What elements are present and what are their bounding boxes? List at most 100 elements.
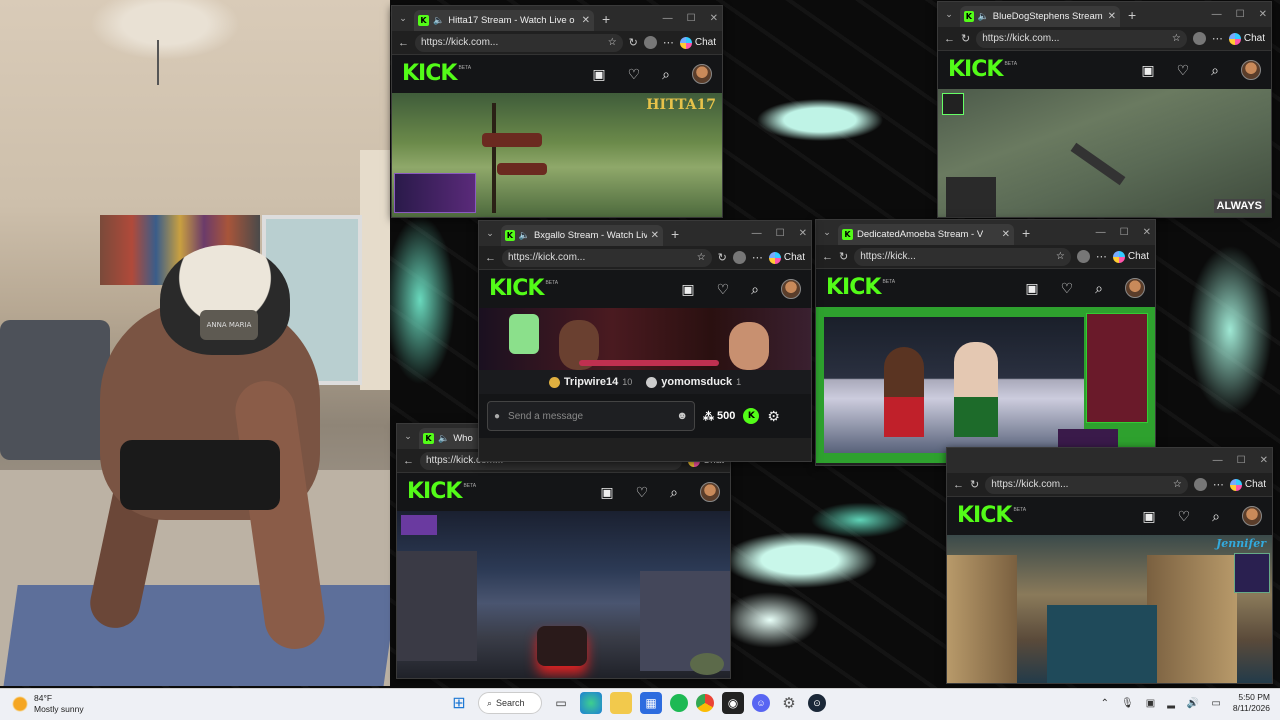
refresh-icon[interactable]: ↻ — [718, 251, 727, 264]
copilot-chat-button[interactable]: Chat — [1229, 478, 1266, 491]
battery-icon[interactable]: ▭ — [1211, 698, 1220, 709]
heart-icon[interactable]: ♡ — [628, 66, 641, 83]
browser-window-hitta17[interactable]: ⌄ K 🔈 Hitta17 Stream - Watch Live o ✕ + … — [391, 5, 723, 218]
search-icon[interactable]: ⌕ — [670, 484, 678, 501]
refresh-icon[interactable]: ↻ — [970, 478, 979, 491]
gear-icon[interactable]: ⚙ — [767, 408, 780, 425]
minimize-button[interactable]: — — [1213, 455, 1223, 466]
search-icon[interactable]: ⌕ — [751, 281, 759, 298]
browse-icon[interactable]: ▣ — [1142, 508, 1155, 525]
speaker-icon[interactable]: 🔈 — [433, 15, 444, 26]
speaker-icon[interactable]: 🔈 — [519, 230, 530, 241]
heart-icon[interactable]: ♡ — [636, 484, 649, 501]
taskbar-search[interactable]: ⌕ Search — [478, 692, 542, 714]
tab-dropdown-icon[interactable]: ⌄ — [938, 9, 960, 20]
kick-logo[interactable]: KICK — [826, 277, 881, 299]
arrow-left-icon[interactable]: ← — [822, 251, 833, 263]
file-explorer-icon[interactable] — [610, 692, 632, 714]
steam-icon[interactable]: ⊙ — [808, 694, 826, 712]
tab-dropdown-icon[interactable]: ⌄ — [392, 13, 414, 24]
arrow-left-icon[interactable]: ← — [398, 37, 409, 49]
close-tab-icon[interactable]: ✕ — [651, 230, 659, 241]
profile-avatar[interactable] — [1193, 478, 1207, 491]
emoji-icon[interactable]: ☻ — [676, 410, 688, 422]
discord-icon[interactable]: ☺ — [752, 694, 770, 712]
kick-logo[interactable]: KICK — [402, 63, 457, 85]
profile-avatar[interactable] — [1192, 32, 1206, 45]
stream-video[interactable]: Jennifer — [947, 535, 1272, 683]
address-bar[interactable]: https://kick... ☆ — [854, 247, 1071, 266]
kick-logo[interactable]: KICK — [957, 505, 1012, 527]
search-icon[interactable]: ⌕ — [1211, 62, 1219, 79]
maximize-button[interactable]: ☐ — [687, 13, 696, 24]
browser-window-bluedogstephens[interactable]: ⌄ K 🔈 BlueDogStephens Stream - W ✕ + — ☐ ✕… — [937, 1, 1272, 218]
chrome-icon[interactable] — [696, 694, 714, 712]
address-bar[interactable]: https://kick.com... ☆ — [976, 29, 1187, 48]
copilot-chat-button[interactable]: Chat — [1112, 250, 1149, 263]
minimize-button[interactable]: — — [1096, 227, 1106, 238]
new-tab-button[interactable]: + — [663, 226, 687, 242]
chevron-up-icon[interactable]: ⌃ — [1101, 698, 1109, 709]
tab-bluedogstephens[interactable]: K 🔈 BlueDogStephens Stream - W ✕ — [960, 6, 1120, 27]
spotify-icon[interactable] — [670, 694, 688, 712]
store-icon[interactable]: ▦ — [640, 692, 662, 714]
heart-icon[interactable]: ♡ — [1178, 508, 1191, 525]
weather-widget[interactable]: 84°F Mostly sunny — [12, 693, 84, 715]
more-icon[interactable]: ⋯ — [1213, 478, 1224, 491]
app-icon[interactable]: ◉ — [722, 692, 744, 714]
more-icon[interactable]: ⋯ — [1096, 250, 1107, 263]
heart-icon[interactable]: ♡ — [717, 281, 730, 298]
kick-logo[interactable]: KICK — [948, 59, 1003, 81]
refresh-icon[interactable]: ↻ — [629, 36, 638, 49]
user-avatar[interactable] — [781, 279, 801, 299]
browser-window-jennifer[interactable]: — ☐ ✕ ← ↻ https://kick.com... ☆ ⋯ Chat KIC… — [946, 447, 1273, 684]
tab-dropdown-icon[interactable]: ⌄ — [479, 228, 501, 239]
stream-video[interactable] — [397, 511, 730, 678]
refresh-icon[interactable]: ↻ — [961, 32, 970, 45]
address-bar[interactable]: https://kick.com... ☆ — [502, 248, 712, 267]
browser-window-dedicatedamoeba[interactable]: ⌄ K DedicatedAmoeba Stream - V ✕ + — ☐ ✕ ←… — [815, 219, 1156, 466]
close-tab-icon[interactable]: ✕ — [1108, 11, 1116, 22]
search-icon[interactable]: ⌕ — [1095, 280, 1103, 297]
minimize-button[interactable]: — — [1212, 9, 1222, 20]
maximize-button[interactable]: ☐ — [776, 228, 785, 239]
tab-dropdown-icon[interactable]: ⌄ — [816, 227, 838, 238]
arrow-left-icon[interactable]: ← — [944, 33, 955, 45]
browse-icon[interactable]: ▣ — [681, 281, 694, 298]
tab-hitta17[interactable]: K 🔈 Hitta17 Stream - Watch Live o ✕ — [414, 10, 594, 31]
kick-chat-icon[interactable]: K — [743, 408, 760, 424]
kick-logo[interactable]: KICK — [407, 481, 462, 503]
star-icon[interactable]: ☆ — [697, 252, 706, 263]
tab-dropdown-icon[interactable]: ⌄ — [397, 431, 419, 442]
profile-avatar[interactable] — [643, 36, 657, 49]
speaker-icon[interactable]: 🔈 — [438, 433, 449, 444]
close-window-button[interactable]: ✕ — [1143, 227, 1151, 238]
windows-start-icon[interactable]: ⊞ — [448, 692, 470, 714]
close-window-button[interactable]: ✕ — [710, 13, 718, 24]
close-tab-icon[interactable]: ✕ — [582, 15, 590, 26]
arrow-left-icon[interactable]: ← — [403, 455, 414, 467]
star-icon[interactable]: ☆ — [1056, 251, 1065, 262]
user-avatar[interactable] — [1125, 278, 1145, 298]
more-icon[interactable]: ⋯ — [1212, 32, 1223, 45]
browse-icon[interactable]: ▣ — [1025, 280, 1038, 297]
copilot-chat-button[interactable]: Chat — [1228, 32, 1265, 45]
edge-icon[interactable] — [580, 692, 602, 714]
maximize-button[interactable]: ☐ — [1120, 227, 1129, 238]
browse-icon[interactable]: ▣ — [1141, 62, 1154, 79]
arrow-left-icon[interactable]: ← — [953, 479, 964, 491]
search-icon[interactable]: ⌕ — [662, 66, 670, 83]
more-icon[interactable]: ⋯ — [663, 36, 674, 49]
stream-video[interactable] — [479, 308, 811, 370]
clock[interactable]: 5:50 PM 8/11/2026 — [1233, 692, 1270, 714]
stream-video[interactable] — [816, 307, 1155, 463]
star-icon[interactable]: ☆ — [608, 37, 617, 48]
close-tab-icon[interactable]: ✕ — [1002, 229, 1010, 240]
copilot-chat-button[interactable]: Chat — [768, 251, 805, 264]
minimize-button[interactable]: — — [752, 228, 762, 239]
microphone-icon[interactable]: 🎙 — [1121, 698, 1134, 709]
close-window-button[interactable]: ✕ — [1259, 9, 1267, 20]
maximize-button[interactable]: ☐ — [1237, 455, 1246, 466]
copilot-chat-button[interactable]: Chat — [679, 36, 716, 49]
close-window-button[interactable]: ✕ — [799, 228, 807, 239]
